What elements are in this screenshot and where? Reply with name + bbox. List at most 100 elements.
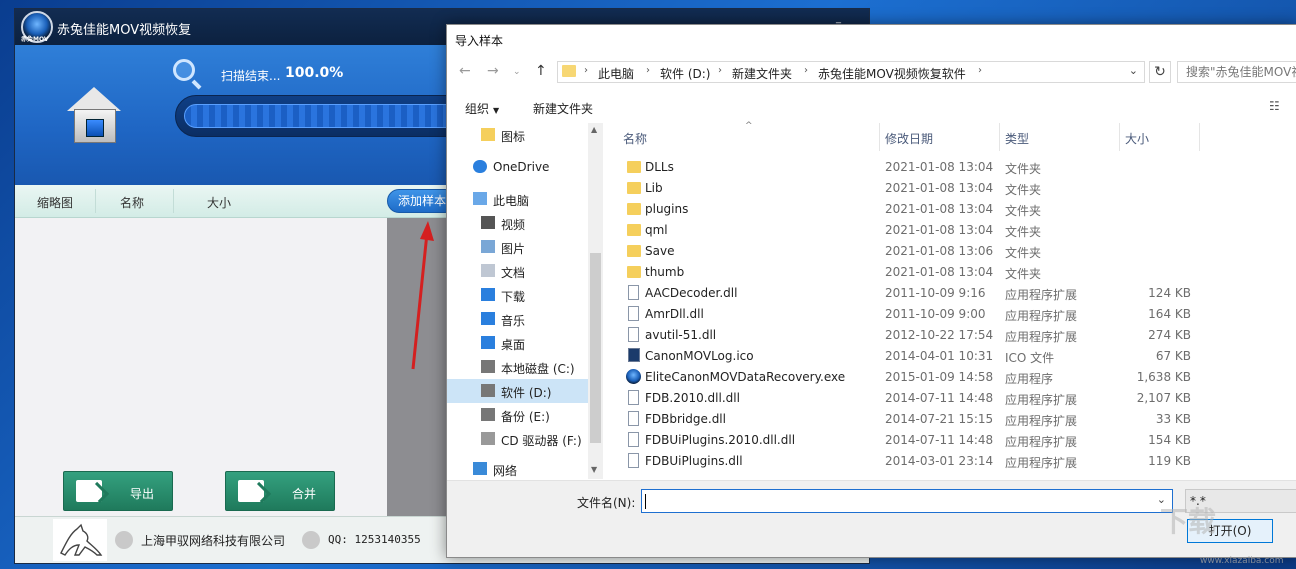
nav-item[interactable]: 音乐 [447,307,603,331]
file-row[interactable]: qml 2021-01-08 13:04 文件夹 [603,220,1296,241]
header-name[interactable]: 名称 [623,130,647,147]
search-input[interactable]: 搜索"赤兔佳能MOV视... [1177,61,1296,83]
nav-item[interactable]: 此电脑 [447,187,603,211]
up-button[interactable]: ↑ [535,63,547,79]
file-row[interactable]: AACDecoder.dll 2011-10-09 9:16 应用程序扩展 124 K… [603,283,1296,304]
chevron-down-icon[interactable]: ⌄ [1129,64,1138,77]
nav-item-label: 网络 [493,464,518,478]
nav-item[interactable]: 备份 (E:) [447,403,603,427]
file-row[interactable]: plugins 2021-01-08 13:04 文件夹 [603,199,1296,220]
file-type: 应用程序扩展 [1005,456,1078,470]
import-sample-dialog: 导入样本 ← → ⌄ ↑ › 此电脑 › 软件 (D:) › 新建文件夹 › 赤… [446,24,1296,558]
dll-file-icon [628,453,639,468]
back-button[interactable]: ← [459,63,471,79]
nav-item[interactable]: 文档 [447,259,603,283]
file-name: Lib [645,181,663,195]
cloud-icon [473,160,487,173]
dll-file-icon [628,411,639,426]
file-row[interactable]: FDBUiPlugins.dll 2014-03-01 23:14 应用程序扩展 11… [603,451,1296,472]
column-thumbnail[interactable]: 缩略图 [37,194,73,211]
merge-button[interactable]: 合并 [225,471,335,511]
file-date: 2011-10-09 9:16 [885,286,986,300]
address-bar[interactable]: › 此电脑 › 软件 (D:) › 新建文件夹 › 赤兔佳能MOV视频恢复软件 … [557,61,1145,83]
home-button[interactable] [67,87,121,145]
breadcrumb-new-folder[interactable]: 新建文件夹 [732,65,792,82]
file-row[interactable]: CanonMOVLog.ico 2014-04-01 10:31 ICO 文件 67 … [603,346,1296,367]
drive-icon [481,384,495,397]
file-type: 应用程序扩展 [1005,288,1078,302]
recent-locations-button[interactable]: ⌄ [513,67,521,77]
qq-icon [302,531,320,549]
nav-item-label: 图片 [501,242,526,256]
column-size[interactable]: 大小 [207,194,231,211]
file-size: 164 KB [1148,307,1191,321]
file-date: 2012-10-22 17:54 [885,328,994,342]
dll-file-icon [628,390,639,405]
folder-icon [627,245,641,257]
organize-button[interactable]: 组织 ▼ [465,100,499,117]
nav-item[interactable]: OneDrive [447,155,603,179]
file-name: EliteCanonMOVDataRecovery.exe [645,370,846,384]
navigation-pane: 图标 OneDrive 此电脑视频图片文档 下载 音乐 桌面 本地磁盘 (C:) 软件 (D:… [447,123,603,479]
nav-item[interactable]: 下载 [447,283,603,307]
header-type[interactable]: 类型 [1005,130,1029,147]
file-size: 154 KB [1148,433,1191,447]
chevron-right-icon: › [718,65,722,76]
nav-item[interactable]: 网络 [447,457,603,481]
file-date: 2014-03-01 23:14 [885,454,994,468]
breadcrumb-this-pc[interactable]: 此电脑 [598,65,634,82]
scrollbar-thumb[interactable] [590,253,601,443]
header-date[interactable]: 修改日期 [885,130,933,147]
nav-item[interactable]: 桌面 [447,331,603,355]
file-type: ICO 文件 [1005,351,1055,365]
scroll-down-arrow[interactable]: ▼ [591,465,597,474]
file-date: 2014-04-01 10:31 [885,349,994,363]
file-row[interactable]: Lib 2021-01-08 13:04 文件夹 [603,178,1296,199]
file-type: 应用程序扩展 [1005,330,1078,344]
ico-file-icon [628,348,640,362]
merge-icon [238,480,264,502]
nav-item[interactable]: 图片 [447,235,603,259]
exe-file-icon [626,369,641,384]
nav-item[interactable]: 视频 [447,211,603,235]
watermark-url: www.xiazaiba.com [1200,556,1284,566]
view-options-icon[interactable]: ☷ [1269,99,1280,113]
file-type: 文件夹 [1005,204,1042,218]
nav-item[interactable]: 本地磁盘 (C:) [447,355,603,379]
file-row[interactable]: FDB.2010.dll.dll 2014-07-11 14:48 应用程序扩展 2,… [603,388,1296,409]
file-row[interactable]: Save 2021-01-08 13:06 文件夹 [603,241,1296,262]
file-row[interactable]: EliteCanonMOVDataRecovery.exe 2015-01-09 … [603,367,1296,388]
forward-button[interactable]: → [487,63,499,79]
breadcrumb-current[interactable]: 赤兔佳能MOV视频恢复软件 [818,65,966,82]
text-caret [645,494,646,509]
navigation-scrollbar[interactable]: ▲ ▼ [588,123,603,479]
refresh-button[interactable]: ↻ [1149,61,1171,83]
nav-item[interactable]: 图标 [447,123,603,147]
new-folder-button[interactable]: 新建文件夹 [533,100,593,117]
file-row[interactable]: FDBUiPlugins.2010.dll.dll 2014-07-11 14:4… [603,430,1296,451]
export-button[interactable]: 导出 [63,471,173,511]
file-row[interactable]: thumb 2021-01-08 13:04 文件夹 [603,262,1296,283]
dll-file-icon [628,306,639,321]
filename-input[interactable]: ⌄ [641,489,1173,513]
header-size[interactable]: 大小 [1125,130,1149,147]
breadcrumb-drive-d[interactable]: 软件 (D:) [660,65,710,82]
file-row[interactable]: AmrDll.dll 2011-10-09 9:00 应用程序扩展 164 KB [603,304,1296,325]
file-row[interactable]: avutil-51.dll 2012-10-22 17:54 应用程序扩展 274 K… [603,325,1296,346]
nav-item[interactable]: CD 驱动器 (F:) [447,427,603,451]
nav-item[interactable]: 软件 (D:) [447,379,603,403]
column-name[interactable]: 名称 [120,194,144,211]
dll-file-icon [628,327,639,342]
file-type: 应用程序 [1005,372,1054,386]
music-icon [481,312,495,325]
folder-icon [627,266,641,278]
scroll-up-arrow[interactable]: ▲ [591,125,597,134]
nav-item-label: 图标 [501,130,526,144]
folder-icon [627,182,641,194]
nav-item-label: 此电脑 [493,194,530,208]
minimize-button[interactable]: _ [836,13,841,24]
file-row[interactable]: DLLs 2021-01-08 13:04 文件夹 [603,157,1296,178]
desktop-icon [481,336,495,349]
nav-item-label: 备份 (E:) [501,410,550,424]
file-row[interactable]: FDBbridge.dll 2014-07-21 15:15 应用程序扩展 33 KB [603,409,1296,430]
